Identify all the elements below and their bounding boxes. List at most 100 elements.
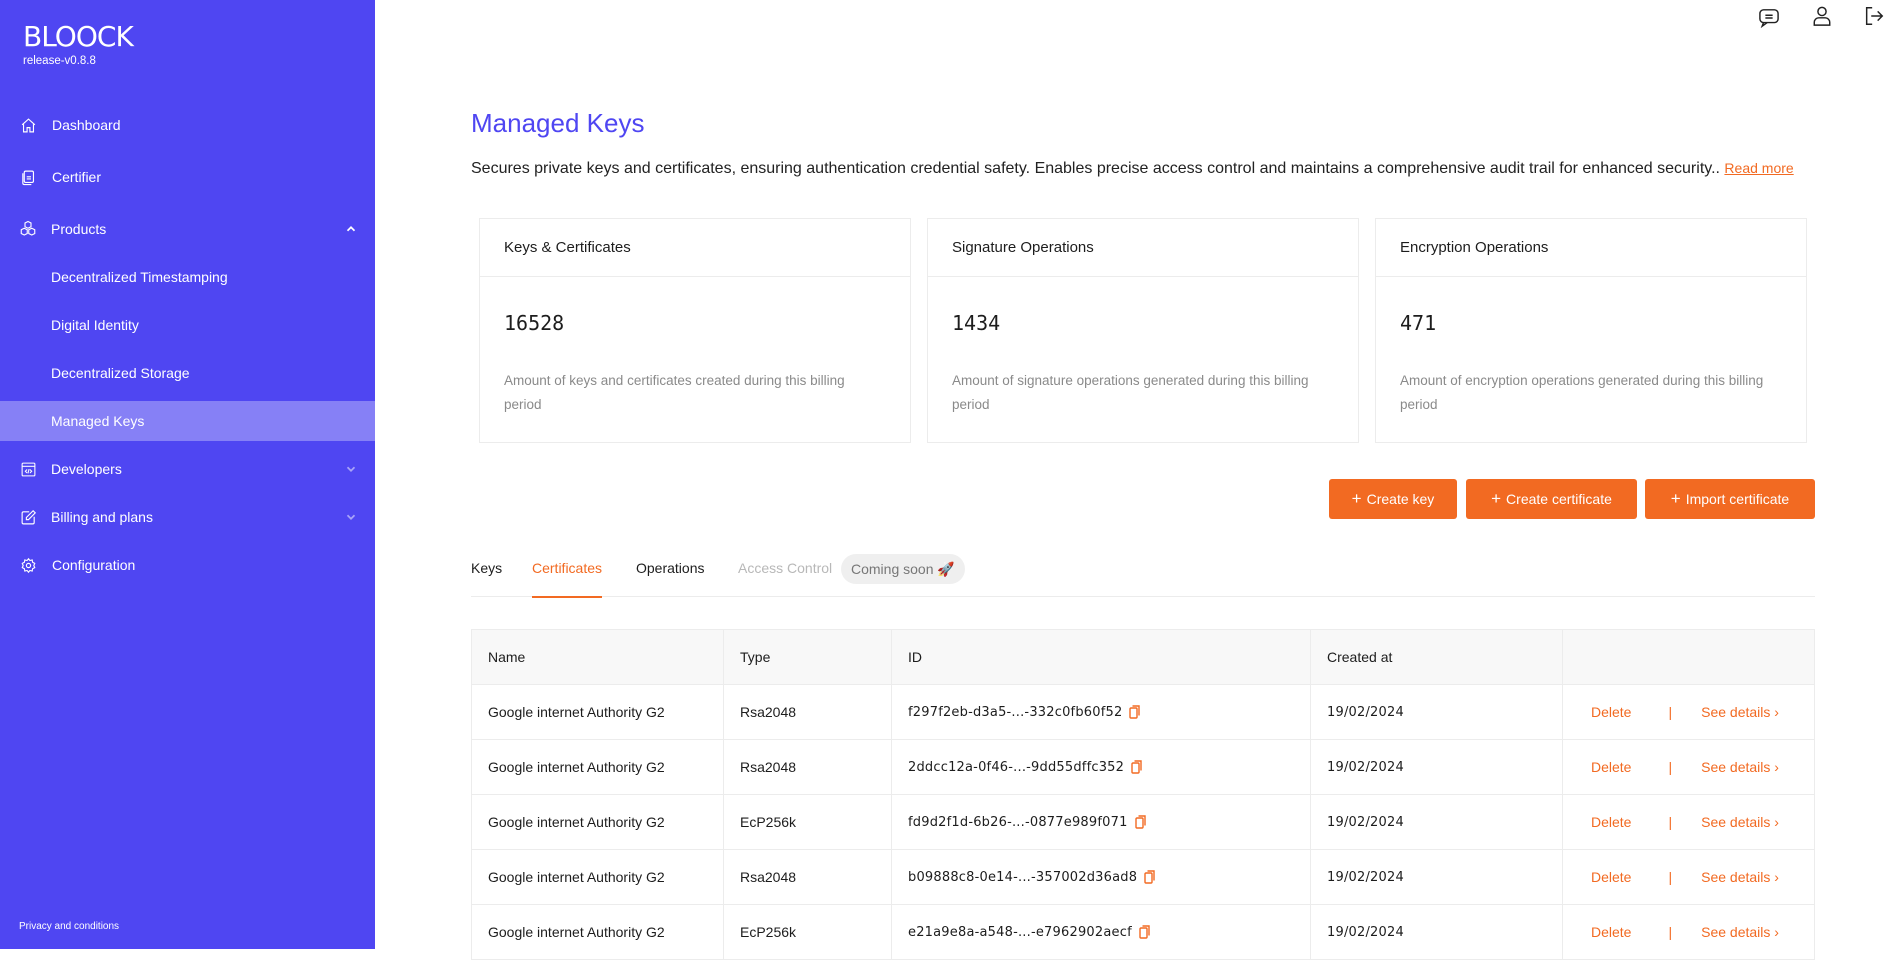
see-details-link[interactable]: See details › <box>1701 814 1779 830</box>
sidebar-item-managed-keys[interactable]: Managed Keys <box>0 401 375 441</box>
stat-card-description: Amount of encryption operations generate… <box>1400 373 1764 412</box>
sidebar-item-digital-identity[interactable]: Digital Identity <box>0 305 375 345</box>
cell-id: e21a9e8a-a548-...-e7962902aecf <box>892 905 1311 959</box>
sidebar-item-label: Developers <box>51 461 122 477</box>
see-details-link[interactable]: See details › <box>1701 869 1779 885</box>
column-header-id[interactable]: ID <box>892 630 1311 684</box>
sidebar-item-label: Certifier <box>52 169 102 185</box>
cell-actions: Delete | See details › <box>1563 685 1814 739</box>
column-header-created-at[interactable]: Created at <box>1311 630 1563 684</box>
cell-id: f297f2eb-d3a5-...-332c0fb60f52 <box>892 685 1311 739</box>
cell-created-at: 19/02/2024 <box>1311 905 1563 959</box>
chevron-down-icon[interactable] <box>344 462 358 476</box>
cell-actions: Delete | See details › <box>1563 795 1814 849</box>
sidebar-item-label: Decentralized Timestamping <box>51 269 228 285</box>
id-text: e21a9e8a-a548-...-e7962902aecf <box>908 924 1132 940</box>
column-header-actions <box>1563 630 1814 684</box>
create-key-button[interactable]: + Create key <box>1329 479 1457 519</box>
home-icon <box>19 116 37 134</box>
cell-type: Rsa2048 <box>724 850 892 904</box>
table-row: Google internet Authority G2 Rsa2048 f29… <box>472 685 1814 740</box>
delete-link[interactable]: Delete <box>1591 759 1631 775</box>
see-details-link[interactable]: See details › <box>1701 704 1779 720</box>
table-header-row: Name Type ID Created at <box>472 630 1814 685</box>
copy-icon[interactable] <box>1144 870 1155 884</box>
button-label: Create key <box>1366 491 1435 507</box>
stat-card-value: 471 <box>1400 311 1437 335</box>
cell-type: Rsa2048 <box>724 685 892 739</box>
create-certificate-button[interactable]: + Create certificate <box>1466 479 1637 519</box>
tab-operations[interactable]: Operations <box>636 555 704 597</box>
logout-icon[interactable] <box>1861 3 1887 29</box>
privacy-link[interactable]: Privacy and conditions <box>19 921 119 932</box>
column-header-type[interactable]: Type <box>724 630 892 684</box>
logo[interactable]: BLOOCK <box>23 20 134 53</box>
stat-card-title: Keys & Certificates <box>480 219 910 277</box>
sidebar-item-label: Dashboard <box>52 117 121 133</box>
cell-name: Google internet Authority G2 <box>472 795 724 849</box>
stat-card-description: Amount of keys and certificates created … <box>504 373 845 412</box>
sidebar-item-certifier[interactable]: Certifier <box>0 157 375 197</box>
delete-link[interactable]: Delete <box>1591 704 1631 720</box>
tab-certificates[interactable]: Certificates <box>532 555 603 598</box>
see-details-link[interactable]: See details › <box>1701 759 1779 775</box>
see-details-link[interactable]: See details › <box>1701 924 1779 940</box>
stat-card-title: Encryption Operations <box>1376 219 1806 277</box>
read-more-link[interactable]: Read more <box>1724 160 1793 176</box>
id-text: 2ddcc12a-0f46-...-9dd55dffc352 <box>908 759 1125 775</box>
action-separator: | <box>1668 814 1673 830</box>
delete-link[interactable]: Delete <box>1591 869 1631 885</box>
sidebar-item-decentralized-storage[interactable]: Decentralized Storage <box>0 353 375 393</box>
tab-keys[interactable]: Keys <box>471 555 502 597</box>
stat-card-encryption-operations: Encryption Operations 471 Amount of encr… <box>1375 218 1807 443</box>
sidebar-item-products[interactable]: Products <box>0 209 375 249</box>
document-icon <box>19 168 37 186</box>
cell-created-at: 19/02/2024 <box>1311 795 1563 849</box>
copy-icon[interactable] <box>1134 815 1146 829</box>
sidebar-item-configuration[interactable]: Configuration <box>0 545 375 585</box>
gear-icon <box>19 556 37 574</box>
stat-card-description: Amount of signature operations generated… <box>952 373 1309 412</box>
version-label: release-v0.8.8 <box>23 55 96 67</box>
sidebar-item-label: Decentralized Storage <box>51 365 190 381</box>
copy-icon[interactable] <box>1139 925 1150 939</box>
sidebar-item-label: Billing and plans <box>51 509 153 525</box>
delete-link[interactable]: Delete <box>1591 924 1631 940</box>
certificates-table: Name Type ID Created at Google internet … <box>471 629 1815 960</box>
chevron-down-icon[interactable] <box>344 510 358 524</box>
cell-id: 2ddcc12a-0f46-...-9dd55dffc352 <box>892 740 1311 794</box>
copy-icon[interactable] <box>1129 705 1141 719</box>
sidebar-item-label: Digital Identity <box>51 317 139 333</box>
sidebar-item-billing-and-plans[interactable]: Billing and plans <box>0 497 375 537</box>
delete-link[interactable]: Delete <box>1591 814 1631 830</box>
edit-icon <box>19 508 37 526</box>
user-icon[interactable] <box>1809 3 1835 29</box>
action-separator: | <box>1668 759 1673 775</box>
chat-icon[interactable] <box>1756 5 1782 31</box>
chevron-up-icon[interactable] <box>344 222 358 236</box>
cell-created-at: 19/02/2024 <box>1311 740 1563 794</box>
import-certificate-button[interactable]: + Import certificate <box>1645 479 1815 519</box>
table-row: Google internet Authority G2 EcP256k e21… <box>472 905 1814 960</box>
copy-icon[interactable] <box>1131 760 1142 774</box>
id-text: fd9d2f1d-6b26-...-0877e989f071 <box>908 814 1128 830</box>
id-text: f297f2eb-d3a5-...-332c0fb60f52 <box>908 704 1123 720</box>
column-header-name[interactable]: Name <box>472 630 724 684</box>
sidebar-item-decentralized-timestamping[interactable]: Decentralized Timestamping <box>0 257 375 297</box>
coming-soon-badge: Coming soon 🚀 <box>841 554 965 584</box>
cell-name: Google internet Authority G2 <box>472 740 724 794</box>
button-label: Import certificate <box>1685 491 1790 507</box>
sidebar-item-dashboard[interactable]: Dashboard <box>0 105 375 145</box>
code-window-icon <box>19 460 37 478</box>
cell-actions: Delete | See details › <box>1563 850 1814 904</box>
table-row: Google internet Authority G2 EcP256k fd9… <box>472 795 1814 850</box>
plus-icon: + <box>1351 489 1362 508</box>
cell-created-at: 19/02/2024 <box>1311 850 1563 904</box>
cell-actions: Delete | See details › <box>1563 905 1814 959</box>
sidebar-item-developers[interactable]: Developers <box>0 449 375 489</box>
stat-card-keys-certificates: Keys & Certificates 16528 Amount of keys… <box>479 218 911 443</box>
cell-type: EcP256k <box>724 905 892 959</box>
tab-access-control: Access Control <box>738 560 833 576</box>
page-description: Secures private keys and certificates, e… <box>471 160 1794 178</box>
table-row: Google internet Authority G2 Rsa2048 2dd… <box>472 740 1814 795</box>
